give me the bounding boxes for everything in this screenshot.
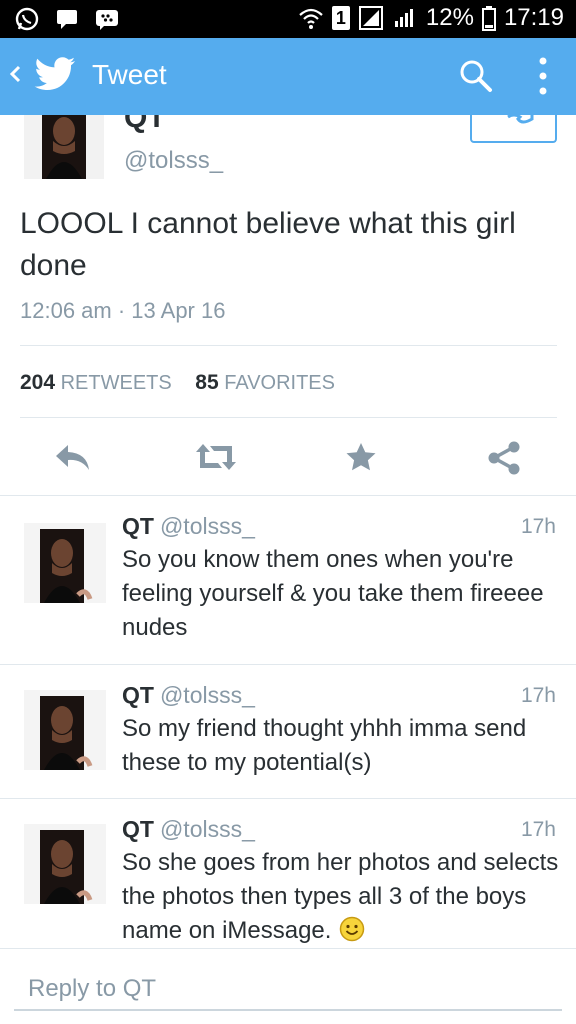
- divider: [0, 495, 576, 496]
- whatsapp-icon: [14, 6, 40, 32]
- battery-icon: [481, 5, 496, 31]
- reply-composer: [0, 948, 576, 1024]
- clock: 17:19: [503, 4, 564, 31]
- wifi-icon: [298, 5, 324, 31]
- reply-author-handle[interactable]: @tolsss_: [160, 682, 255, 708]
- share-icon[interactable]: [486, 441, 522, 480]
- reply-time: 17h: [520, 684, 556, 707]
- app-bar-title: Tweet: [92, 59, 167, 90]
- status-bar: 1 12% 17:19: [0, 0, 576, 38]
- favorite-icon[interactable]: [344, 441, 378, 478]
- reply-author-handle[interactable]: @tolsss_: [160, 816, 255, 842]
- tweet-timestamp[interactable]: 12:06 am · 13 Apr 16: [20, 298, 225, 324]
- author-handle[interactable]: @tolsss_: [124, 147, 223, 175]
- message-icon: [54, 6, 80, 32]
- chevron-left-icon[interactable]: [8, 60, 22, 91]
- favorites-count[interactable]: 85: [195, 371, 218, 394]
- avatar[interactable]: [24, 523, 106, 603]
- reply-text: So my friend thought yhhh imma send thes…: [122, 715, 527, 776]
- reply-author-handle[interactable]: @tolsss_: [160, 513, 255, 539]
- reply-author-name[interactable]: QT: [122, 816, 154, 842]
- retweets-count[interactable]: 204: [20, 371, 55, 394]
- search-icon[interactable]: [458, 58, 494, 99]
- favorites-label[interactable]: FAVORITES: [224, 372, 335, 394]
- reply-text: So you know them ones when you're feelin…: [122, 546, 544, 641]
- tweet-stats: 204 RETWEETS 85 FAVORITES: [20, 371, 353, 395]
- reply-text: So she goes from her photos and selects …: [122, 846, 562, 948]
- reply-icon[interactable]: [54, 441, 92, 478]
- retweets-label[interactable]: RETWEETS: [61, 372, 172, 394]
- divider: [20, 417, 557, 418]
- reply-author[interactable]: QT @tolsss_: [122, 816, 255, 843]
- reply-author[interactable]: QT @tolsss_: [122, 682, 255, 709]
- bbm-icon: [94, 6, 120, 32]
- reply-input[interactable]: [14, 969, 562, 1011]
- tweet-actions: [0, 441, 576, 477]
- app-bar: Tweet: [0, 38, 576, 115]
- divider: [0, 798, 576, 799]
- retweet-icon[interactable]: [194, 441, 238, 478]
- divider: [0, 664, 576, 665]
- smiley-emoji-icon: [339, 916, 365, 942]
- avatar[interactable]: [24, 690, 106, 770]
- divider: [20, 345, 557, 346]
- reply-time: 17h: [520, 515, 556, 538]
- author-name[interactable]: QT: [124, 115, 166, 135]
- list-item[interactable]: QT @tolsss_ 17h So my friend thought yhhh…: [0, 682, 576, 798]
- reply-author-name[interactable]: QT: [122, 513, 154, 539]
- sim-slot-label: 1: [335, 7, 346, 28]
- signal-icon: [358, 5, 384, 31]
- battery-percent: 12%: [425, 4, 474, 31]
- tweet-detail: QT @tolsss_ LOOOL I cannot believe what …: [0, 115, 576, 955]
- twitter-bird-icon[interactable]: [34, 56, 76, 97]
- more-vertical-icon[interactable]: [538, 56, 548, 101]
- follow-button[interactable]: [470, 115, 557, 143]
- reply-time: 17h: [520, 818, 556, 841]
- list-item[interactable]: QT @tolsss_ 17h So you know them ones whe…: [0, 513, 576, 663]
- signal-icon: [392, 5, 418, 31]
- tweet-text: LOOOL I cannot believe what this girl do…: [20, 207, 516, 282]
- avatar[interactable]: [24, 824, 106, 904]
- reply-author-name[interactable]: QT: [122, 682, 154, 708]
- list-item[interactable]: QT @tolsss_ 17h So she goes from her phot…: [0, 816, 576, 955]
- avatar[interactable]: [24, 115, 104, 179]
- reply-author[interactable]: QT @tolsss_: [122, 513, 255, 540]
- sim-icon: 1: [331, 6, 350, 30]
